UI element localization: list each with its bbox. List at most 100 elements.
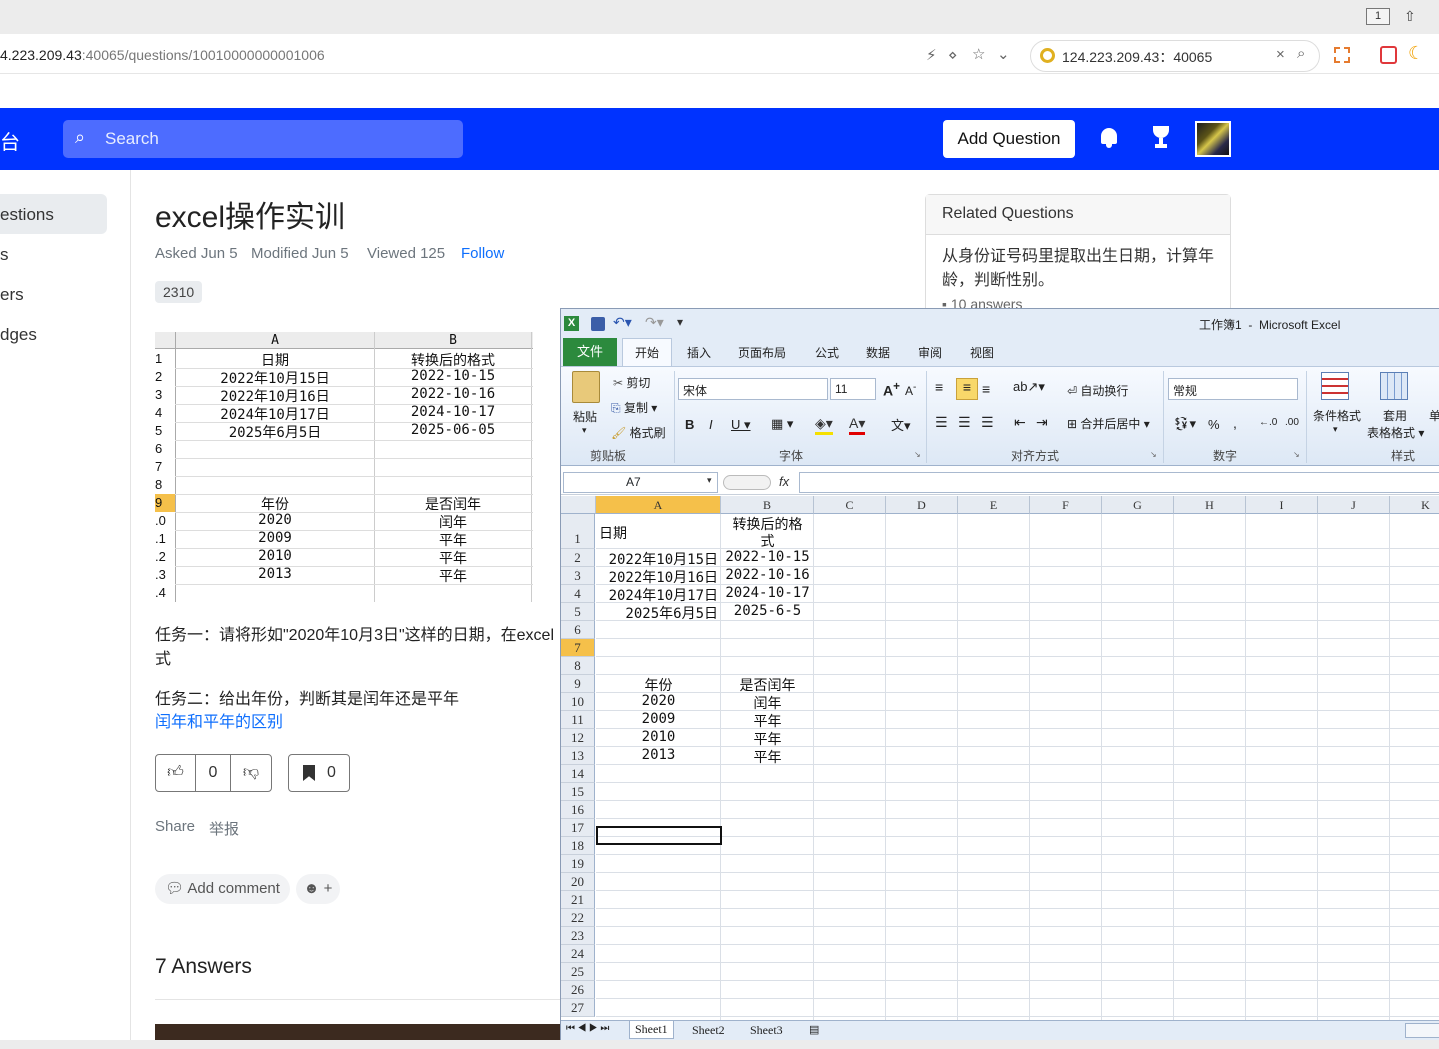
column-header-e[interactable]: E bbox=[958, 496, 1030, 514]
cell-b2[interactable]: 2022-10-15 bbox=[721, 549, 814, 565]
site-search-input[interactable]: ⌕ Search bbox=[63, 120, 463, 158]
column-header-j[interactable]: J bbox=[1318, 496, 1390, 514]
indent-decrease-icon[interactable]: ⇤ bbox=[1014, 414, 1026, 431]
horizontal-scrollbar[interactable] bbox=[1405, 1023, 1439, 1038]
cut-button[interactable]: ✂ 剪切 bbox=[613, 374, 650, 391]
leap-year-link[interactable]: 闰年和平年的区别 bbox=[155, 708, 283, 732]
cell-a13[interactable]: 2013 bbox=[596, 747, 721, 763]
related-question-link[interactable]: 从身份证号码里提取出生日期，计算年龄，判断性别。 bbox=[942, 245, 1222, 293]
report-link[interactable]: 举报 bbox=[209, 818, 239, 839]
percent-icon[interactable]: % bbox=[1208, 417, 1220, 432]
bell-icon[interactable] bbox=[1099, 126, 1119, 148]
sheet-nav-icons[interactable]: ⏮ ◀ ▶ ⏭ bbox=[566, 1023, 609, 1034]
redo-icon[interactable]: ↷▾ bbox=[645, 314, 664, 331]
number-format-dropdown[interactable]: 常规 bbox=[1168, 378, 1298, 400]
cell-a5[interactable]: 2025年6月5日 bbox=[596, 603, 721, 623]
trophy-icon[interactable] bbox=[1150, 126, 1172, 150]
cell-a4[interactable]: 2024年10月17日 bbox=[596, 585, 721, 605]
column-header-d[interactable]: D bbox=[886, 496, 958, 514]
save-icon[interactable] bbox=[591, 317, 605, 331]
cell-b11[interactable]: 平年 bbox=[721, 711, 814, 731]
cell-a10[interactable]: 2020 bbox=[596, 693, 721, 709]
tab-insert[interactable]: 插入 bbox=[687, 344, 711, 361]
cell-b10[interactable]: 闰年 bbox=[721, 693, 814, 713]
paste-button[interactable]: 粘贴 bbox=[573, 408, 597, 425]
column-header-i[interactable]: I bbox=[1246, 496, 1318, 514]
format-table-label1[interactable]: 套用 bbox=[1383, 407, 1407, 424]
chevron-down-icon[interactable]: ⌄ bbox=[997, 45, 1010, 63]
cell-b5[interactable]: 2025-6-5 bbox=[721, 603, 814, 619]
moon-icon[interactable]: ☾ bbox=[1408, 43, 1424, 64]
selected-cell-a7[interactable] bbox=[596, 826, 722, 845]
underline-button[interactable]: U ▾ bbox=[731, 417, 751, 433]
cell-a12[interactable]: 2010 bbox=[596, 729, 721, 745]
wrap-text-button[interactable]: ⏎ 自动换行 bbox=[1067, 382, 1128, 399]
row-header[interactable]: 18 bbox=[561, 837, 595, 855]
upvote-button[interactable]: 👍︎ bbox=[156, 755, 196, 791]
row-header[interactable]: 15 bbox=[561, 783, 595, 801]
align-left-icon[interactable]: ☰ bbox=[935, 414, 948, 431]
shrink-font-icon[interactable]: A- bbox=[905, 382, 916, 398]
grow-font-icon[interactable]: A+ bbox=[883, 380, 900, 399]
tab-file[interactable]: 文件 bbox=[563, 338, 617, 366]
row-header[interactable]: 10 bbox=[561, 693, 595, 711]
row-header[interactable]: 21 bbox=[561, 891, 595, 909]
cell-a11[interactable]: 2009 bbox=[596, 711, 721, 727]
merge-center-button[interactable]: ⊞ 合并后居中 ▾ bbox=[1067, 415, 1150, 432]
row-header[interactable]: 3 bbox=[561, 567, 595, 585]
indent-increase-icon[interactable]: ⇥ bbox=[1036, 414, 1048, 431]
pin-icon[interactable]: ⇧ bbox=[1404, 8, 1416, 25]
sidebar-item-badges[interactable]: dges bbox=[0, 325, 37, 345]
browser-search-text[interactable]: 124.223.209.43：40065 bbox=[1062, 47, 1212, 67]
add-question-button[interactable]: Add Question bbox=[943, 120, 1075, 158]
row-header[interactable]: 23 bbox=[561, 927, 595, 945]
row-header[interactable]: 8 bbox=[561, 657, 595, 675]
sheet-tab-sheet3[interactable]: Sheet3 bbox=[750, 1023, 783, 1038]
clear-icon[interactable]: × bbox=[1276, 46, 1285, 63]
tab-view[interactable]: 视图 bbox=[970, 344, 994, 361]
apps-icon[interactable] bbox=[1334, 47, 1350, 63]
decrease-decimal-icon[interactable]: .00 bbox=[1285, 417, 1299, 428]
border-icon[interactable]: ▦ ▾ bbox=[771, 416, 793, 432]
italic-button[interactable]: I bbox=[709, 417, 713, 432]
name-box[interactable]: A7 bbox=[563, 472, 718, 493]
column-header-g[interactable]: G bbox=[1102, 496, 1174, 514]
sheet-tab-sheet1[interactable]: Sheet1 bbox=[629, 1021, 674, 1039]
worksheet-grid[interactable]: ABCDEFGHIJK 1 2 3 4 5 6 7 8 9 10 11 12 13 14 15 16 17 18 1… bbox=[561, 496, 1439, 1020]
row-header[interactable]: 7 bbox=[561, 639, 595, 657]
cell-a1[interactable]: 日期 bbox=[596, 523, 721, 543]
select-all-corner[interactable] bbox=[561, 496, 596, 514]
align-middle-icon[interactable]: ≡ bbox=[956, 378, 978, 400]
customize-qat-icon[interactable]: ▾ bbox=[677, 315, 683, 329]
star-icon[interactable]: ☆ bbox=[972, 45, 985, 63]
namebox-dropdown-icon[interactable]: ▾ bbox=[707, 475, 712, 486]
format-table-icon[interactable] bbox=[1380, 372, 1408, 400]
share-icon[interactable]: ⋄ bbox=[948, 46, 957, 64]
row-header[interactable]: 20 bbox=[561, 873, 595, 891]
phonetic-icon[interactable]: 文▾ bbox=[891, 415, 911, 434]
sheet-tab-sheet2[interactable]: Sheet2 bbox=[692, 1023, 725, 1038]
align-top-icon[interactable]: ≡ bbox=[935, 379, 943, 395]
row-header[interactable]: 27 bbox=[561, 999, 595, 1017]
row-header[interactable]: 17 bbox=[561, 819, 595, 837]
formula-input[interactable] bbox=[799, 472, 1439, 493]
font-size-dropdown[interactable]: 11 bbox=[830, 378, 876, 400]
tab-home[interactable]: 开始 bbox=[622, 338, 672, 367]
row-header[interactable]: 24 bbox=[561, 945, 595, 963]
share-link[interactable]: Share bbox=[155, 818, 195, 835]
row-header[interactable]: 6 bbox=[561, 621, 595, 639]
conditional-format-button[interactable]: 条件格式 bbox=[1313, 407, 1361, 424]
insert-sheet-icon[interactable]: ▤ bbox=[809, 1023, 819, 1036]
row-header[interactable]: 16 bbox=[561, 801, 595, 819]
row-header[interactable]: 26 bbox=[561, 981, 595, 999]
column-header-c[interactable]: C bbox=[814, 496, 886, 514]
number-dialog-launcher[interactable]: ↘ bbox=[1293, 450, 1300, 459]
add-comment-button[interactable]: 💬︎ Add comment bbox=[155, 874, 290, 904]
sidebar-item-tags[interactable]: s bbox=[0, 245, 9, 265]
excel-window[interactable]: X ↶▾ ↷▾ ▾ 工作簿1 - Microsoft Excel 文件 开始 插… bbox=[560, 308, 1439, 1041]
align-center-icon[interactable]: ☰ bbox=[958, 414, 971, 431]
cell-b4[interactable]: 2024-10-17 bbox=[721, 585, 814, 601]
cell-b1_line2[interactable]: 式 bbox=[721, 531, 814, 551]
undo-icon[interactable]: ↶▾ bbox=[613, 314, 632, 331]
row-header[interactable]: 14 bbox=[561, 765, 595, 783]
